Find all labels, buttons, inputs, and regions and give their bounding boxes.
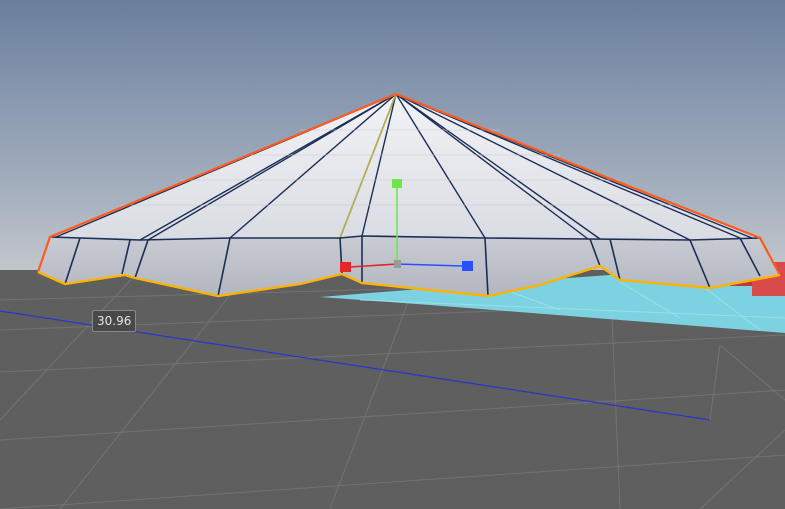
scene-viewport[interactable]: 30.96 bbox=[0, 0, 785, 509]
measurement-label: 30.96 bbox=[92, 310, 137, 332]
scene-canvas[interactable] bbox=[0, 0, 785, 509]
gizmo-center[interactable] bbox=[394, 260, 401, 268]
gizmo-y-handle[interactable] bbox=[392, 179, 402, 188]
gizmo-x-handle[interactable] bbox=[340, 262, 351, 272]
gizmo-z-handle[interactable] bbox=[462, 261, 473, 271]
